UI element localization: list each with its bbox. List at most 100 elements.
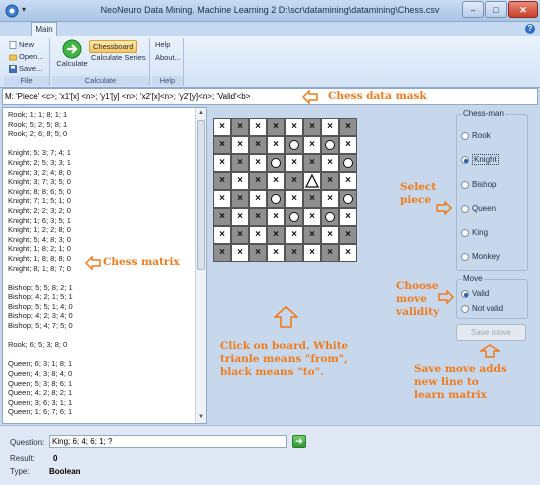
board-cell[interactable]: × [321,118,339,136]
radio-queen-indicator[interactable] [461,204,469,213]
board-cell[interactable]: × [213,190,231,208]
board-cell[interactable]: × [249,172,267,190]
board-cell[interactable] [303,172,321,190]
board-cell[interactable]: × [285,226,303,244]
board-cell[interactable]: × [303,208,321,226]
board-cell[interactable] [339,154,357,172]
board-cell[interactable]: × [321,190,339,208]
board-cell[interactable]: × [231,136,249,154]
help-icon[interactable]: ? [525,24,535,34]
calculate-series-button[interactable]: Calculate Series [91,53,146,62]
board-cell[interactable] [267,190,285,208]
maximize-button[interactable]: □ [485,1,507,18]
save-button[interactable]: Save... [9,64,42,73]
radio-not-valid[interactable]: Not valid [461,304,503,313]
calculate-button[interactable]: Calculate [56,39,88,68]
matrix-scrollbar[interactable]: ▲ ▼ [195,108,206,423]
board-cell[interactable]: × [267,226,285,244]
board-cell[interactable]: × [249,190,267,208]
board-cell[interactable]: × [339,208,357,226]
board-cell[interactable]: × [231,208,249,226]
board-cell[interactable] [285,136,303,154]
board-cell[interactable]: × [231,118,249,136]
board-cell[interactable]: × [321,244,339,262]
board-cell[interactable]: × [339,136,357,154]
board-cell[interactable]: × [249,118,267,136]
radio-knight[interactable]: Knight [461,154,499,165]
save-move-button[interactable]: Save move [456,324,526,341]
board-cell[interactable]: × [303,226,321,244]
radio-knight-indicator[interactable] [461,155,469,164]
radio-monkey-indicator[interactable] [461,252,469,261]
board-cell[interactable]: × [267,136,285,154]
board-cell[interactable]: × [213,154,231,172]
scroll-down-icon[interactable]: ▼ [196,412,206,423]
radio-valid-indicator[interactable] [461,289,469,298]
radio-king-indicator[interactable] [461,228,469,237]
board-cell[interactable]: × [339,118,357,136]
board-cell[interactable]: × [231,226,249,244]
board-cell[interactable]: × [231,172,249,190]
board-cell[interactable]: × [267,244,285,262]
board-cell[interactable]: × [213,118,231,136]
board-cell[interactable]: × [213,226,231,244]
board-cell[interactable]: × [339,172,357,190]
board-cell[interactable]: × [249,244,267,262]
help-button[interactable]: Help [155,40,170,49]
board-cell[interactable]: × [303,244,321,262]
board-cell[interactable]: × [303,136,321,154]
board-cell[interactable]: × [339,244,357,262]
board-cell[interactable] [339,190,357,208]
new-button[interactable]: New [9,40,34,49]
board-cell[interactable]: × [213,244,231,262]
board-cell[interactable]: × [231,190,249,208]
radio-rook[interactable]: Rook [461,131,491,140]
board-cell[interactable]: × [303,190,321,208]
close-button[interactable]: ✕ [508,1,538,18]
board-cell[interactable] [267,154,285,172]
tab-main[interactable]: Main [31,22,57,36]
board-cell[interactable]: × [267,172,285,190]
scroll-up-icon[interactable]: ▲ [196,108,206,119]
radio-rook-indicator[interactable] [461,131,469,140]
radio-valid[interactable]: Valid [461,289,489,298]
chessboard-button[interactable]: Chessboard [89,40,138,53]
board-cell[interactable] [285,208,303,226]
board-cell[interactable]: × [321,172,339,190]
board-cell[interactable]: × [249,154,267,172]
board-cell[interactable] [321,208,339,226]
data-mask-field[interactable]: M: 'Piece' <c>; 'x1'[x] <n>; 'y1'[y] <n>… [2,88,538,105]
scrollbar-thumb[interactable] [197,120,205,270]
board-cell[interactable]: × [321,226,339,244]
board-cell[interactable]: × [321,154,339,172]
board-cell[interactable]: × [285,172,303,190]
radio-bishop[interactable]: Bishop [461,180,496,189]
about-button[interactable]: About... [155,53,181,62]
board-cell[interactable]: × [231,154,249,172]
radio-monkey[interactable]: Monkey [461,252,500,261]
board-cell[interactable]: × [213,136,231,154]
board-cell[interactable]: × [285,154,303,172]
board-cell[interactable]: × [339,226,357,244]
board-cell[interactable]: × [303,118,321,136]
radio-queen[interactable]: Queen [461,204,496,213]
board-cell[interactable]: × [285,244,303,262]
radio-bishop-indicator[interactable] [461,180,469,189]
board-cell[interactable]: × [267,208,285,226]
board-cell[interactable]: × [303,154,321,172]
open-button[interactable]: Open... [9,52,44,61]
board-cell[interactable]: × [267,118,285,136]
board-cell[interactable] [321,136,339,154]
board-cell[interactable]: × [249,136,267,154]
board-cell[interactable]: × [249,226,267,244]
chess-matrix-text[interactable]: Rook; 1; 1; 8; 1; 1 Rook; 5; 2; 5; 8; 1 … [8,110,73,417]
minimize-button[interactable]: – [462,1,484,18]
board-cell[interactable]: × [213,172,231,190]
board-cell[interactable]: × [213,208,231,226]
radio-not-valid-indicator[interactable] [461,304,469,313]
question-input[interactable]: King; 6; 4; 6; 1; ? [49,435,287,448]
board-cell[interactable]: × [285,118,303,136]
go-arrow-icon[interactable]: ➜ [292,435,306,448]
radio-king[interactable]: King [461,228,488,237]
board-cell[interactable]: × [249,208,267,226]
